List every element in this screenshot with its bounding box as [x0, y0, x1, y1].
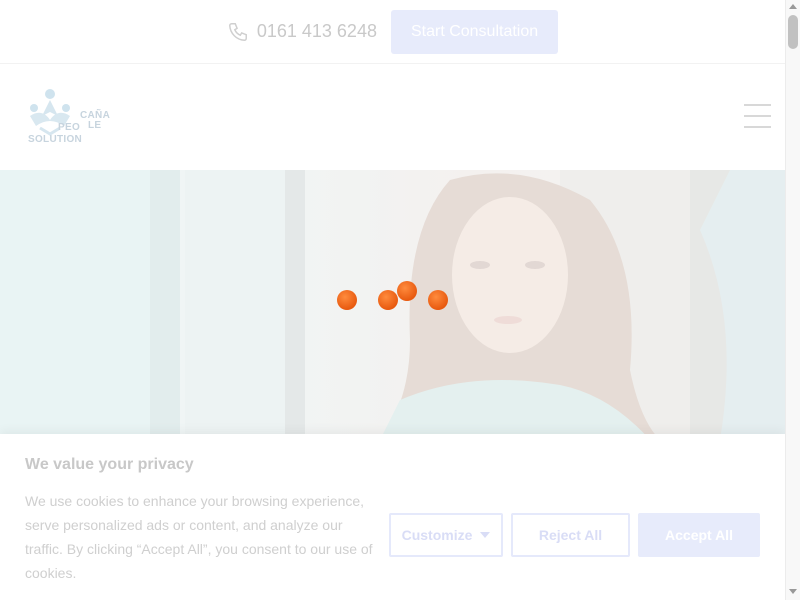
reject-all-button[interactable]: Reject All: [511, 513, 630, 557]
cookie-title: We value your privacy: [25, 456, 194, 473]
page-scrollbar[interactable]: [785, 0, 800, 600]
loading-dot: [428, 290, 448, 310]
phone-link[interactable]: 0161 413 6248: [227, 21, 377, 43]
company-logo[interactable]: CAÑA PEO LE SOLUTION: [24, 86, 124, 150]
loading-dot: [337, 290, 357, 310]
site-header: CAÑA PEO LE SOLUTION: [0, 64, 785, 170]
phone-number: 0161 413 6248: [256, 21, 377, 41]
hero-banner: [0, 170, 785, 440]
hamburger-menu-icon[interactable]: [744, 104, 771, 130]
cookie-consent-panel: We value your privacy We use cookies to …: [0, 434, 785, 600]
logo-word-2: PEO: [58, 122, 81, 133]
customize-button[interactable]: Customize: [389, 513, 503, 557]
top-contact-bar: 0161 413 6248 Start Consultation: [0, 0, 785, 64]
phone-icon: [228, 22, 247, 41]
scroll-up-arrow-icon[interactable]: [789, 4, 797, 9]
cookie-description: We use cookies to enhance your browsing …: [25, 493, 373, 581]
logo-word-3: LE: [88, 120, 102, 131]
caret-down-icon: [480, 532, 491, 538]
logo-word-4: SOLUTION: [28, 134, 83, 145]
loading-dot: [378, 290, 398, 310]
accept-all-button[interactable]: Accept All: [638, 513, 760, 557]
start-consultation-button[interactable]: Start Consultation: [390, 9, 559, 54]
scroll-down-arrow-icon[interactable]: [789, 589, 797, 594]
customize-label: Customize: [401, 527, 473, 543]
scroll-thumb[interactable]: [788, 15, 798, 49]
loading-dot: [397, 281, 417, 301]
